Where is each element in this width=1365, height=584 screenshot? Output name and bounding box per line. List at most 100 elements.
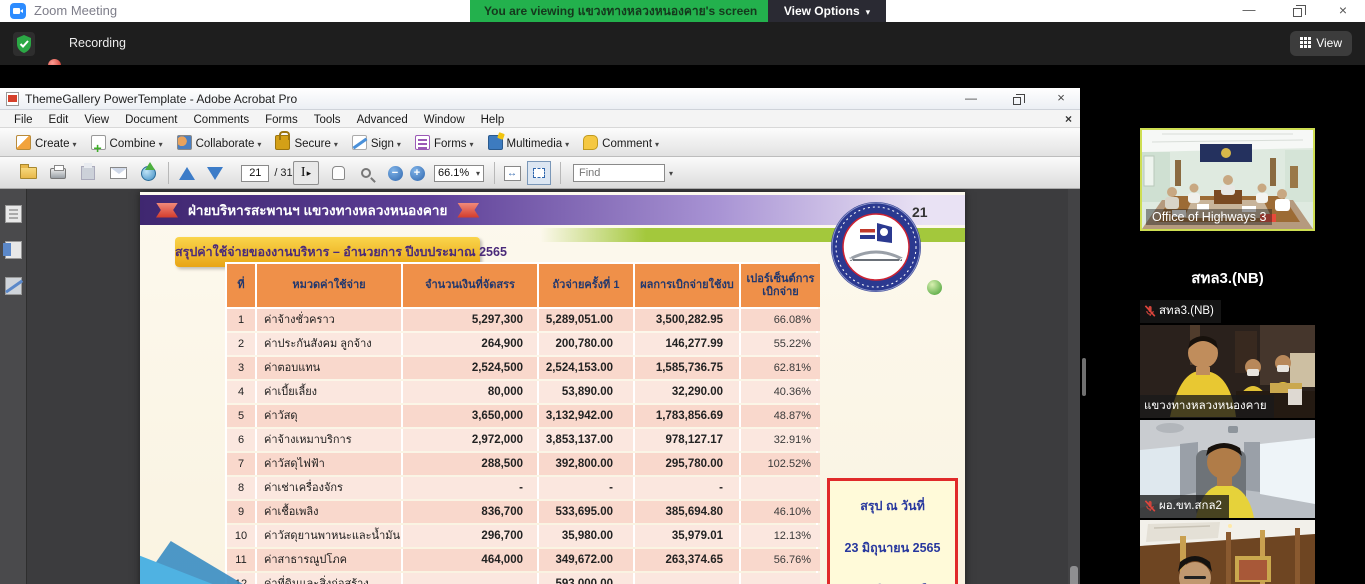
email-button[interactable] (106, 157, 130, 189)
pages-panel-icon[interactable] (5, 205, 22, 223)
plus-icon: + (410, 166, 425, 181)
acrobat-restore-button[interactable] (998, 88, 1036, 110)
menu-tools[interactable]: Tools (306, 111, 349, 129)
column-header: ที่ (227, 264, 255, 307)
find-input[interactable] (573, 164, 665, 182)
participant-video-strip: Office of Highways 3 สทล3.(NB) สทล3.(NB) (1140, 65, 1315, 584)
collaborate-button[interactable]: Collaborate▾ (177, 128, 262, 157)
bookmarks-panel-icon[interactable] (5, 241, 22, 259)
menu-view[interactable]: View (76, 111, 117, 129)
document-canvas: ฝ่ายบริหารสะพานฯ แขวงทางหลวงหนองคาย สรุป… (28, 189, 1068, 584)
menu-advanced[interactable]: Advanced (349, 111, 416, 129)
fit-page-button[interactable] (527, 161, 551, 185)
menu-file[interactable]: File (6, 111, 41, 129)
select-tool-button[interactable]: I▸ (293, 161, 319, 185)
acrobat-close-button[interactable]: × (1042, 88, 1080, 110)
table-cell: 32.91% (741, 429, 820, 451)
menu-comments[interactable]: Comments (186, 111, 258, 129)
next-page-button[interactable] (202, 157, 228, 189)
menu-help[interactable]: Help (473, 111, 513, 129)
page-number-input[interactable] (241, 165, 269, 182)
menu-window[interactable]: Window (416, 111, 473, 129)
security-shield-icon[interactable] (13, 32, 35, 56)
menu-forms[interactable]: Forms (257, 111, 306, 129)
table-cell: 3,500,282.95 (635, 309, 739, 331)
open-button[interactable] (16, 157, 40, 189)
table-cell: 5,297,300 (403, 309, 537, 331)
acrobat-minimize-button[interactable]: — (952, 88, 990, 110)
table-cell: 35,979.01 (635, 525, 739, 547)
acrobat-scrollbar[interactable] (1068, 189, 1080, 584)
multimedia-button[interactable]: Multimedia▾ (488, 128, 570, 157)
video-tile-sakon2[interactable]: ผอ.ขท.สกล2 (1140, 420, 1315, 518)
video-tile-wood-office[interactable] (1140, 520, 1315, 584)
fit-width-button[interactable]: ↔ (500, 157, 524, 189)
summary-box: สรุป ณ วันที่ 23 มิถุนายน 2565 ยอดเงินคง… (827, 478, 958, 584)
tool-label: Forms (434, 138, 467, 150)
sidebar-scrollbar-thumb[interactable] (1082, 358, 1086, 396)
table-cell: 1,585,736.75 (635, 357, 739, 379)
table-cell: ค่าสาธารณูปโภค (257, 549, 401, 571)
summary-line-1: สรุป ณ วันที่ (830, 496, 955, 516)
restore-button[interactable] (1280, 0, 1314, 22)
video-tile-nongkhai[interactable]: แขวงทางหลวงหนองคาย (1140, 325, 1315, 418)
slide-header-title: ฝ่ายบริหารสะพานฯ แขวงทางหลวงหนองคาย (188, 199, 447, 221)
chevron-down-icon: ▾ (334, 140, 338, 149)
divider (560, 162, 561, 184)
acrobat-body: ฝ่ายบริหารสะพานฯ แขวงทางหลวงหนองคาย สรุป… (0, 189, 1080, 584)
signatures-panel-icon[interactable] (5, 277, 22, 295)
hand-tool-button[interactable] (326, 157, 350, 189)
view-button[interactable]: View (1290, 31, 1352, 56)
document-close-icon[interactable]: × (1065, 110, 1072, 128)
menu-edit[interactable]: Edit (41, 111, 77, 129)
table-cell: 2,524,500 (403, 357, 537, 379)
ribbon-icon (156, 203, 178, 218)
previous-page-button[interactable] (174, 157, 200, 189)
column-header: เปอร์เซ็นต์การ เบิกจ่าย (741, 264, 820, 307)
table-cell: ค่าตอบแทน (257, 357, 401, 379)
arrow-down-icon (207, 167, 223, 180)
combine-icon (91, 135, 106, 150)
table-cell: 4 (227, 381, 255, 403)
table-cell: 3 (227, 357, 255, 379)
table-cell: 80,000 (403, 381, 537, 403)
save-icon (81, 166, 95, 180)
table-cell: 385,694.80 (635, 501, 739, 523)
view-options-button[interactable]: View Options▾ (768, 0, 886, 22)
video-tile-office-of-highways-3[interactable]: Office of Highways 3 (1140, 128, 1315, 231)
column-header: ถัวจ่ายครั้งที่ 1 (539, 264, 633, 307)
table-row: 1ค่าจ้างชั่วคราว5,297,3005,289,051.003,5… (227, 309, 816, 331)
table-cell: ค่าจ้างชั่วคราว (257, 309, 401, 331)
comment-button[interactable]: Comment▾ (583, 128, 659, 157)
table-cell: ค่าวัสดุไฟฟ้า (257, 453, 401, 475)
table-cell: 40.36% (741, 381, 820, 403)
friendship-bridge-logo: FRIENDSHIP BRIDGE (830, 201, 922, 293)
table-cell (741, 477, 820, 499)
table-cell: 5,289,051.00 (539, 309, 633, 331)
menu-document[interactable]: Document (117, 111, 185, 129)
divider (168, 162, 169, 184)
print-button[interactable] (46, 157, 70, 189)
save-button[interactable] (76, 157, 100, 189)
combine-button[interactable]: Combine▾ (91, 128, 163, 157)
table-cell: 392,800.00 (539, 453, 633, 475)
hand-icon (332, 166, 345, 180)
marquee-zoom-button[interactable] (354, 157, 378, 189)
upload-button[interactable] (136, 157, 160, 189)
zoom-level-select[interactable]: 66.1%▾ (434, 165, 484, 182)
secure-button[interactable]: Secure▾ (275, 128, 337, 157)
table-row: 7ค่าวัสดุไฟฟ้า288,500392,800.00295,780.0… (227, 453, 816, 475)
table-cell: 8 (227, 477, 255, 499)
sign-button[interactable]: Sign▾ (352, 128, 401, 157)
folder-icon (20, 167, 37, 179)
forms-button[interactable]: Forms▾ (415, 128, 474, 157)
zoom-out-button[interactable]: − (384, 157, 406, 189)
zoom-in-button[interactable]: + (406, 157, 428, 189)
chevron-down-icon[interactable]: ▾ (669, 169, 673, 178)
create-button[interactable]: Create▾ (16, 128, 77, 157)
minimize-button[interactable]: — (1232, 0, 1266, 22)
scrollbar-thumb[interactable] (1070, 566, 1078, 584)
close-button[interactable]: × (1326, 0, 1360, 22)
video-tile-sthl3[interactable]: สทล3.(NB) สทล3.(NB) (1140, 233, 1315, 323)
table-cell: 3,650,000 (403, 405, 537, 427)
